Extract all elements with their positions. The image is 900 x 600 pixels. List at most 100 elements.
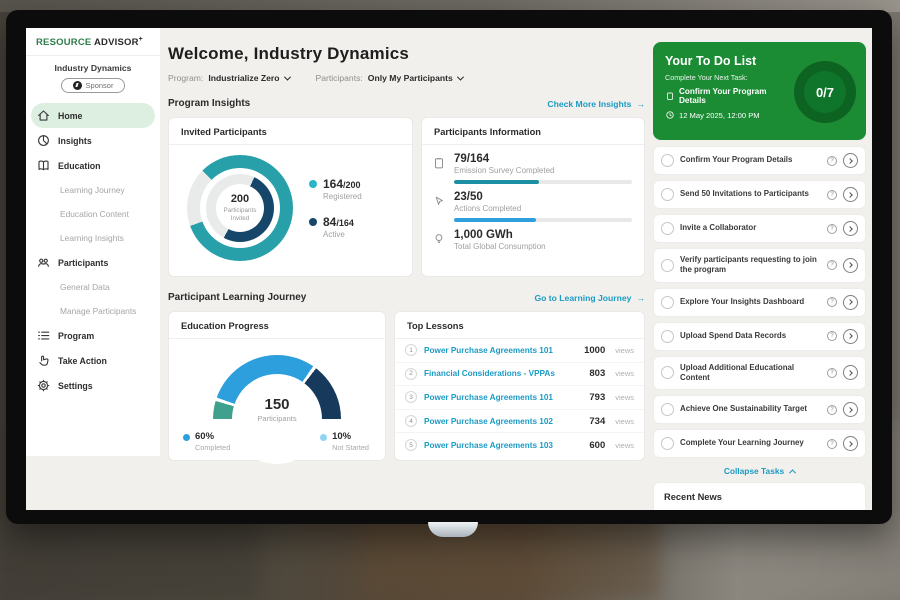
stat-emission-survey: 79/164 Emission Survey Completed bbox=[432, 153, 630, 184]
sidebar-item-general-data[interactable]: General Data bbox=[26, 275, 160, 299]
task-checkbox[interactable] bbox=[661, 330, 674, 343]
list-icon bbox=[36, 328, 51, 343]
lightbulb-icon bbox=[432, 232, 446, 246]
go-to-learning-journey-link[interactable]: Go to Learning Journey → bbox=[534, 293, 645, 303]
insights-icon bbox=[36, 133, 51, 148]
sidebar-item-learning-insights[interactable]: Learning Insights bbox=[26, 226, 160, 250]
help-icon[interactable]: ? bbox=[827, 439, 837, 449]
app-window: RESOURCE ADVISOR+ Industry Dynamics Spon… bbox=[26, 28, 872, 510]
sidebar-item-take-action[interactable]: Take Action bbox=[26, 348, 160, 373]
task-row[interactable]: Verify participants requesting to join t… bbox=[653, 248, 866, 283]
lesson-row: 4 Power Purchase Agreements 102 734 view… bbox=[395, 410, 644, 434]
home-icon bbox=[36, 108, 51, 123]
task-row[interactable]: Confirm Your Program Details ? bbox=[653, 146, 866, 175]
lesson-row: 3 Power Purchase Agreements 101 793 view… bbox=[395, 386, 644, 410]
task-row[interactable]: Invite a Collaborator ? bbox=[653, 214, 866, 243]
education-progress-card: Education Progress 150 Participants 60%C… bbox=[168, 311, 386, 461]
help-icon[interactable]: ? bbox=[827, 405, 837, 415]
collapse-tasks-link[interactable]: Collapse Tasks bbox=[653, 458, 866, 482]
task-row[interactable]: Upload Spend Data Records ? bbox=[653, 322, 866, 351]
arrow-right-icon: → bbox=[636, 99, 645, 109]
help-icon[interactable]: ? bbox=[827, 224, 837, 234]
rank-badge: 2 bbox=[405, 368, 417, 380]
task-checkbox[interactable] bbox=[661, 222, 674, 235]
clipboard-icon bbox=[432, 156, 446, 170]
todo-subtitle: Complete Your Next Task: bbox=[665, 73, 794, 82]
card-title: Education Progress bbox=[169, 312, 385, 339]
sidebar-item-manage-participants[interactable]: Manage Participants bbox=[26, 299, 160, 323]
help-icon[interactable]: ? bbox=[827, 190, 837, 200]
task-checkbox[interactable] bbox=[661, 296, 674, 309]
rank-badge: 4 bbox=[405, 415, 417, 427]
sidebar-item-education-content[interactable]: Education Content bbox=[26, 202, 160, 226]
top-lessons-card: Top Lessons 1 Power Purchase Agreements … bbox=[394, 311, 645, 461]
lesson-row: 1 Power Purchase Agreements 101 1000 vie… bbox=[395, 339, 644, 363]
lesson-link[interactable]: Power Purchase Agreements 103 bbox=[424, 441, 582, 450]
logo-advisor: ADVISOR+ bbox=[94, 37, 143, 48]
todo-progress-ring: 0/7 bbox=[794, 61, 856, 123]
sidebar-item-participants[interactable]: Participants bbox=[26, 250, 160, 275]
page-title: Welcome, Industry Dynamics bbox=[168, 44, 645, 64]
org-name: Industry Dynamics bbox=[26, 56, 160, 73]
education-gauge-chart: 150 Participants bbox=[213, 355, 341, 419]
hand-icon bbox=[36, 353, 51, 368]
task-checkbox[interactable] bbox=[661, 403, 674, 416]
sidebar-item-insights[interactable]: Insights bbox=[26, 128, 160, 153]
task-go-button[interactable] bbox=[843, 187, 858, 202]
card-title: Participants Information bbox=[422, 118, 644, 145]
arrow-right-icon: → bbox=[636, 293, 645, 303]
monitor-stand bbox=[428, 522, 478, 537]
chevron-down-icon bbox=[283, 73, 290, 80]
sidebar-item-education[interactable]: Education bbox=[26, 153, 160, 178]
task-list: Confirm Your Program Details ? Send 50 I… bbox=[653, 146, 866, 458]
task-row[interactable]: Achieve One Sustainability Target ? bbox=[653, 395, 866, 424]
task-row[interactable]: Complete Your Learning Journey ? bbox=[653, 429, 866, 458]
section-title-learning-journey: Participant Learning Journey bbox=[168, 292, 306, 303]
help-icon[interactable]: ? bbox=[827, 260, 837, 270]
program-dropdown[interactable]: Program: Industrialize Zero bbox=[168, 73, 290, 83]
lesson-link[interactable]: Power Purchase Agreements 102 bbox=[424, 417, 582, 426]
task-checkbox[interactable] bbox=[661, 437, 674, 450]
task-go-button[interactable] bbox=[843, 258, 858, 273]
task-row[interactable]: Send 50 Invitations to Participants ? bbox=[653, 180, 866, 209]
task-checkbox[interactable] bbox=[661, 366, 674, 379]
card-title: Top Lessons bbox=[395, 312, 644, 339]
task-go-button[interactable] bbox=[843, 402, 858, 417]
task-checkbox[interactable] bbox=[661, 154, 674, 167]
check-more-insights-link[interactable]: Check More Insights → bbox=[547, 99, 645, 109]
task-go-button[interactable] bbox=[843, 436, 858, 451]
lesson-link[interactable]: Power Purchase Agreements 101 bbox=[424, 393, 582, 402]
sidebar-item-learning-journey[interactable]: Learning Journey bbox=[26, 178, 160, 202]
lesson-link[interactable]: Power Purchase Agreements 101 bbox=[424, 346, 577, 355]
task-go-button[interactable] bbox=[843, 221, 858, 236]
task-row[interactable]: Upload Additional Educational Content ? bbox=[653, 356, 866, 391]
help-icon[interactable]: ? bbox=[827, 156, 837, 166]
sidebar: RESOURCE ADVISOR+ Industry Dynamics Spon… bbox=[26, 28, 160, 456]
rank-badge: 3 bbox=[405, 391, 417, 403]
task-go-button[interactable] bbox=[843, 329, 858, 344]
lesson-link[interactable]: Financial Considerations - VPPAs bbox=[424, 369, 582, 378]
todo-header-card: Your To Do List Complete Your Next Task:… bbox=[653, 42, 866, 140]
task-go-button[interactable] bbox=[843, 365, 858, 380]
task-go-button[interactable] bbox=[843, 153, 858, 168]
sidebar-item-program[interactable]: Program bbox=[26, 323, 160, 348]
task-checkbox[interactable] bbox=[661, 188, 674, 201]
legend-dot bbox=[309, 180, 317, 188]
help-icon[interactable]: ? bbox=[827, 368, 837, 378]
sidebar-item-settings[interactable]: Settings bbox=[26, 373, 160, 398]
section-title-program-insights: Program Insights bbox=[168, 98, 250, 109]
sidebar-item-home[interactable]: Home bbox=[31, 103, 155, 128]
logo-resource: RESOURCE bbox=[36, 37, 91, 48]
help-icon[interactable]: ? bbox=[827, 297, 837, 307]
sponsor-badge[interactable]: Sponsor bbox=[61, 78, 125, 93]
task-checkbox[interactable] bbox=[661, 259, 674, 272]
task-go-button[interactable] bbox=[843, 295, 858, 310]
legend-dot bbox=[183, 434, 190, 441]
participants-dropdown[interactable]: Participants: Only My Participants bbox=[316, 73, 463, 83]
cursor-icon bbox=[432, 194, 446, 208]
clipboard-icon bbox=[665, 91, 675, 101]
help-icon[interactable]: ? bbox=[827, 331, 837, 341]
task-row[interactable]: Explore Your Insights Dashboard ? bbox=[653, 288, 866, 317]
progress-bar bbox=[454, 218, 536, 222]
todo-title: Your To Do List bbox=[665, 54, 794, 68]
